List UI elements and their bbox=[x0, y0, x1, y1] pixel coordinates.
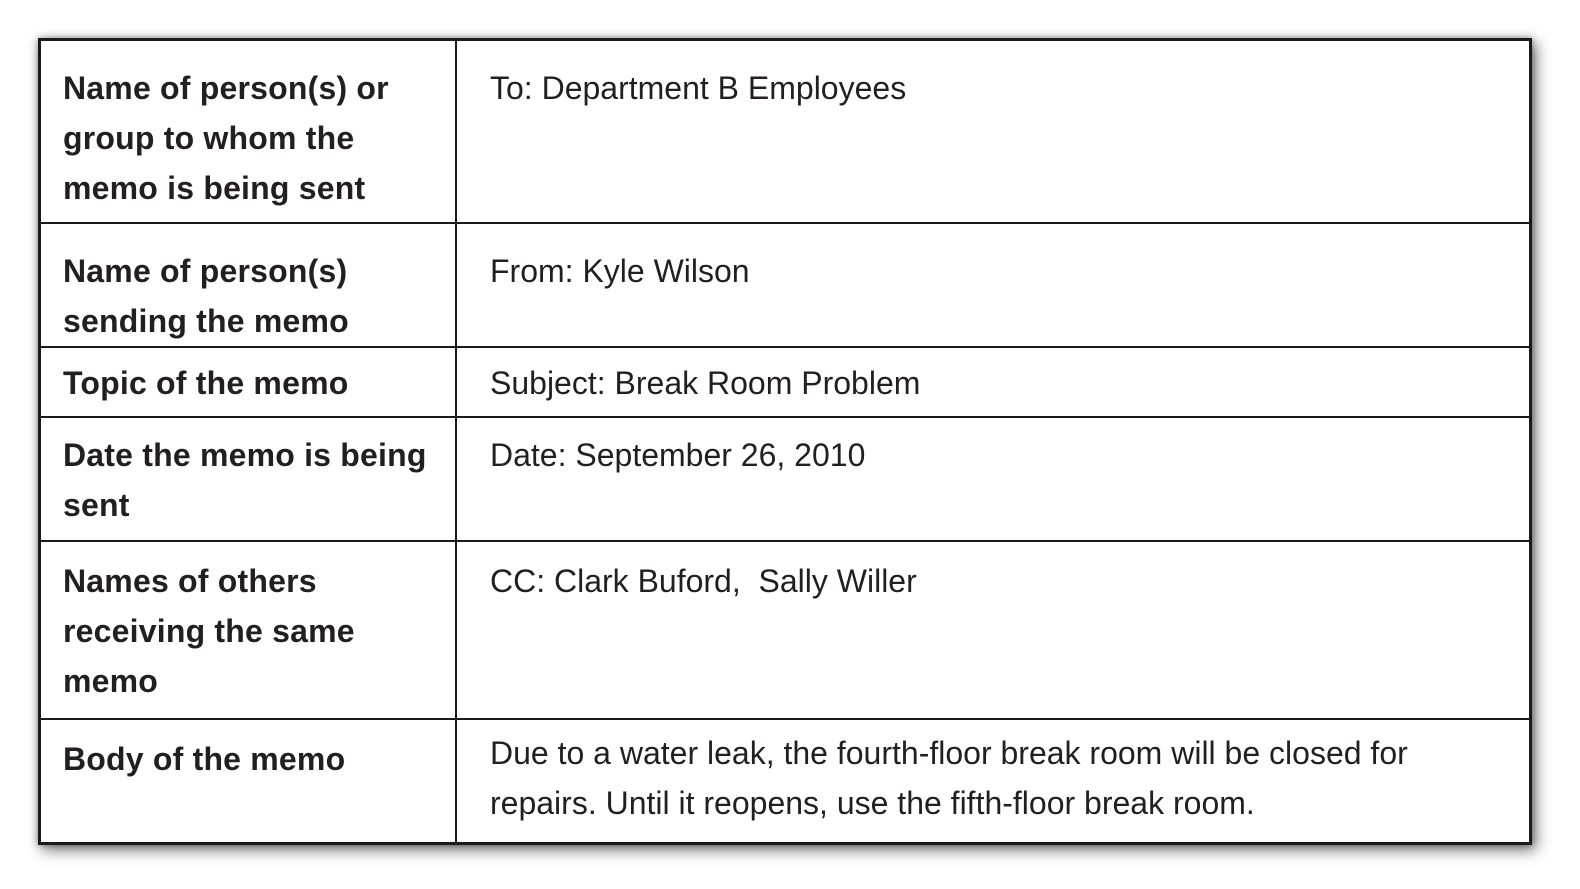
memo-parts-table-frame: Name of person(s) or group to whom the m… bbox=[38, 38, 1532, 845]
label-cell: Name of person(s) or group to whom the m… bbox=[41, 41, 457, 224]
row-value-subject: Subject: Break Room Problem bbox=[490, 365, 921, 401]
label-cell: Topic of the memo bbox=[41, 346, 457, 418]
row-label-body: Body of the memo bbox=[63, 741, 346, 777]
row-value-body: Due to a water leak, the fourth-floor br… bbox=[490, 735, 1408, 821]
row-value-date: Date: September 26, 2010 bbox=[490, 437, 866, 473]
label-cell: Name of person(s) sending the memo bbox=[41, 222, 457, 348]
row-label-date: Date the memo is being sent bbox=[63, 437, 427, 523]
label-cell: Date the memo is being sent bbox=[41, 416, 457, 542]
row-label-cc: Names of others receiving the same memo bbox=[63, 563, 355, 699]
table-row-from: Name of person(s) sending the memo From:… bbox=[41, 222, 1529, 348]
row-label-from: Name of person(s) sending the memo bbox=[63, 253, 349, 339]
value-cell: To: Department B Employees bbox=[455, 41, 1529, 224]
row-value-from: From: Kyle Wilson bbox=[490, 253, 750, 289]
table-row-subject: Topic of the memo Subject: Break Room Pr… bbox=[41, 346, 1529, 418]
value-cell: Date: September 26, 2010 bbox=[455, 416, 1529, 542]
table-row-to: Name of person(s) or group to whom the m… bbox=[41, 41, 1529, 224]
row-label-to: Name of person(s) or group to whom the m… bbox=[63, 70, 389, 206]
row-value-cc: CC: Clark Buford, Sally Willer bbox=[490, 563, 917, 599]
table-row-date: Date the memo is being sent Date: Septem… bbox=[41, 416, 1529, 542]
value-cell: From: Kyle Wilson bbox=[455, 222, 1529, 348]
row-value-to: To: Department B Employees bbox=[490, 70, 907, 106]
label-cell: Names of others receiving the same memo bbox=[41, 540, 457, 720]
label-cell: Body of the memo bbox=[41, 718, 457, 842]
memo-parts-table: Name of person(s) or group to whom the m… bbox=[41, 41, 1529, 842]
value-cell: Due to a water leak, the fourth-floor br… bbox=[455, 718, 1529, 842]
value-cell: CC: Clark Buford, Sally Willer bbox=[455, 540, 1529, 720]
table-row-body: Body of the memo Due to a water leak, th… bbox=[41, 718, 1529, 842]
value-cell: Subject: Break Room Problem bbox=[455, 346, 1529, 418]
row-label-subject: Topic of the memo bbox=[63, 365, 349, 401]
table-row-cc: Names of others receiving the same memo … bbox=[41, 540, 1529, 720]
